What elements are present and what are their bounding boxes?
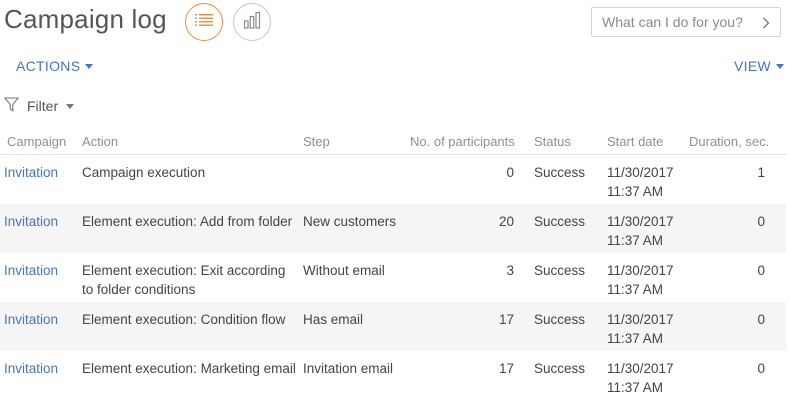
actions-label: ACTIONS [16, 58, 81, 74]
campaign-link[interactable]: Invitation [4, 212, 58, 231]
start-date: 11/30/2017 [607, 312, 674, 327]
table-row[interactable]: Invitation Element execution: Marketing … [0, 351, 786, 397]
action-cell: Element execution: Marketing email [82, 361, 296, 376]
start-date-cell: 11/30/2017 11:37 AM [607, 163, 687, 201]
campaign-log-table: Campaign Action Step No. of participants… [0, 128, 786, 397]
step-cell: Has email [303, 312, 364, 327]
start-time: 11:37 AM [607, 380, 664, 395]
column-header-participants[interactable]: No. of participants [410, 134, 515, 149]
start-date: 11/30/2017 [607, 214, 674, 229]
column-header-step[interactable]: Step [303, 134, 330, 149]
view-menu-button[interactable]: VIEW [734, 58, 784, 74]
start-date-cell: 11/30/2017 11:37 AM [607, 261, 687, 299]
step-cell: Invitation email [303, 361, 394, 376]
column-header-campaign[interactable]: Campaign [7, 134, 66, 149]
view-label: VIEW [734, 58, 771, 74]
start-date-cell: 11/30/2017 11:37 AM [607, 212, 687, 250]
campaign-link[interactable]: Invitation [4, 163, 58, 182]
start-date: 11/30/2017 [607, 165, 674, 180]
campaign-link[interactable]: Invitation [4, 359, 58, 378]
chart-view-button[interactable] [233, 3, 271, 41]
caret-down-icon [66, 103, 75, 109]
table-row[interactable]: Invitation Campaign execution 0 Success … [0, 155, 786, 204]
caret-down-icon [776, 63, 784, 69]
search-input[interactable]: What can I do for you? [591, 7, 781, 37]
duration-cell: 0 [757, 263, 765, 278]
participants-cell: 0 [506, 165, 514, 180]
table-row[interactable]: Invitation Element execution: Add from f… [0, 204, 786, 253]
participants-cell: 3 [506, 263, 514, 278]
table-row[interactable]: Invitation Element execution: Condition … [0, 302, 786, 351]
start-time: 11:37 AM [607, 233, 664, 248]
column-header-duration[interactable]: Duration, sec. [689, 134, 769, 149]
actions-menu-button[interactable]: ACTIONS [16, 58, 94, 74]
start-date: 11/30/2017 [607, 263, 674, 278]
participants-cell: 17 [498, 361, 514, 376]
status-cell: Success [534, 165, 586, 180]
list-view-button[interactable] [185, 3, 223, 41]
duration-cell: 0 [757, 214, 765, 229]
start-date-cell: 11/30/2017 11:37 AM [607, 359, 687, 397]
participants-cell: 20 [498, 214, 514, 229]
bar-chart-icon [243, 11, 261, 34]
table-row[interactable]: Invitation Element execution: Exit accor… [0, 253, 786, 302]
search-placeholder: What can I do for you? [602, 14, 743, 30]
start-time: 11:37 AM [607, 282, 664, 297]
duration-cell: 0 [757, 361, 765, 376]
start-time: 11:37 AM [607, 331, 664, 346]
table-header: Campaign Action Step No. of participants… [0, 128, 786, 155]
start-date: 11/30/2017 [607, 361, 674, 376]
action-cell: Campaign execution [82, 165, 206, 180]
duration-cell: 0 [757, 312, 765, 327]
campaign-link[interactable]: Invitation [4, 310, 58, 329]
column-header-status[interactable]: Status [534, 134, 571, 149]
status-cell: Success [534, 361, 586, 376]
start-date-cell: 11/30/2017 11:37 AM [607, 310, 687, 348]
chevron-right-icon[interactable] [762, 16, 770, 32]
status-cell: Success [534, 214, 586, 229]
action-cell: Element execution: Exit according to fol… [82, 263, 286, 297]
status-cell: Success [534, 263, 586, 278]
funnel-icon [3, 97, 20, 115]
filter-label: Filter [27, 98, 59, 114]
duration-cell: 1 [757, 165, 765, 180]
column-header-action[interactable]: Action [82, 134, 118, 149]
participants-cell: 17 [498, 312, 514, 327]
column-header-start-date[interactable]: Start date [607, 134, 663, 149]
step-cell: Without email [303, 263, 385, 278]
campaign-link[interactable]: Invitation [4, 261, 58, 280]
page-title: Campaign log [4, 4, 167, 34]
list-icon [195, 13, 213, 32]
filter-button[interactable]: Filter [3, 97, 75, 115]
action-cell: Element execution: Condition flow [82, 312, 286, 327]
start-time: 11:37 AM [607, 184, 664, 199]
status-cell: Success [534, 312, 586, 327]
step-cell: New customers [303, 214, 397, 229]
caret-down-icon [85, 63, 94, 69]
action-cell: Element execution: Add from folder [82, 214, 293, 229]
